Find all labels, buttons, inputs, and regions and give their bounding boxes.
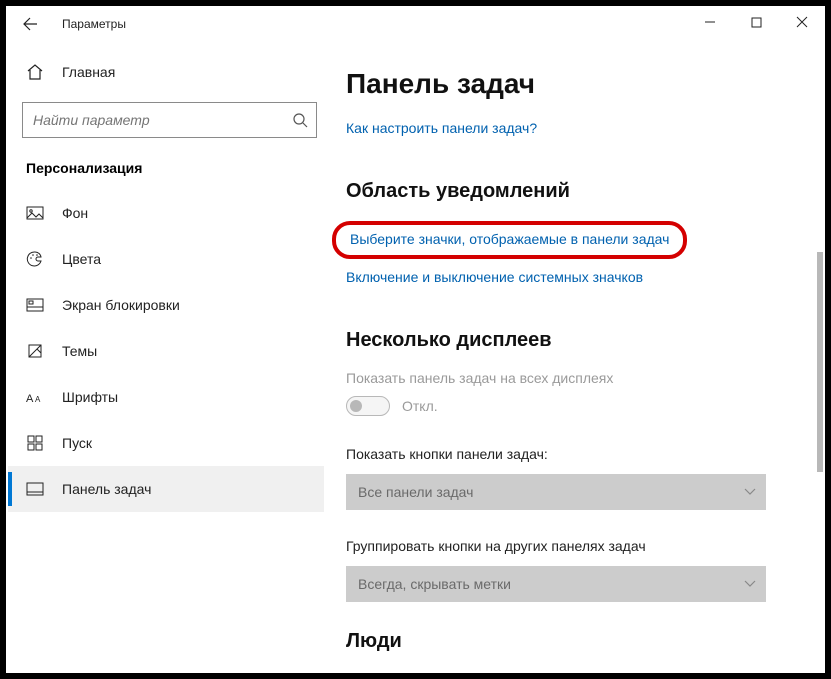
show-on-all-displays-toggle[interactable]: [346, 396, 390, 416]
back-button[interactable]: [6, 6, 54, 42]
sidebar: Главная Персонализация: [6, 42, 326, 673]
group-buttons-select[interactable]: Всегда, скрывать метки: [346, 566, 766, 602]
sidebar-category: Персонализация: [8, 138, 324, 190]
window-controls: [687, 6, 825, 38]
maximize-icon: [751, 17, 762, 28]
search-input[interactable]: [33, 112, 292, 128]
search-icon: [292, 112, 308, 128]
window-title: Параметры: [62, 17, 126, 31]
show-on-all-displays-label: Показать панель задач на всех дисплеях: [346, 370, 785, 386]
scrollbar[interactable]: [811, 42, 823, 673]
sidebar-item-label: Экран блокировки: [62, 297, 180, 313]
help-link[interactable]: Как настроить панели задач?: [346, 120, 537, 136]
sidebar-item-start[interactable]: Пуск: [8, 420, 324, 466]
home-label: Главная: [62, 64, 115, 80]
sidebar-item-lockscreen[interactable]: Экран блокировки: [8, 282, 324, 328]
select-value: Всегда, скрывать метки: [358, 576, 511, 592]
page-title: Панель задач: [346, 68, 785, 100]
show-buttons-select[interactable]: Все панели задач: [346, 474, 766, 510]
lockscreen-icon: [26, 296, 44, 314]
select-taskbar-icons-link[interactable]: Выберите значки, отображаемые в панели з…: [350, 231, 669, 247]
sidebar-item-fonts[interactable]: AA Шрифты: [8, 374, 324, 420]
home-nav[interactable]: Главная: [8, 52, 324, 92]
palette-icon: [26, 250, 44, 268]
start-icon: [26, 434, 44, 452]
settings-window: Параметры Главная: [6, 6, 825, 673]
sidebar-item-label: Цвета: [62, 251, 101, 267]
taskbar-icon: [26, 480, 44, 498]
close-button[interactable]: [779, 6, 825, 38]
section-multiple-displays: Несколько дисплеев: [346, 329, 785, 352]
content-area: Панель задач Как настроить панели задач?…: [326, 42, 825, 673]
sidebar-item-background[interactable]: Фон: [8, 190, 324, 236]
sidebar-item-label: Темы: [62, 343, 97, 359]
sidebar-item-taskbar[interactable]: Панель задач: [8, 466, 324, 512]
section-notification-area: Область уведомлений: [346, 180, 785, 203]
toggle-state-label: Откл.: [402, 398, 438, 414]
system-icons-link[interactable]: Включение и выключение системных значков: [346, 269, 643, 285]
search-box[interactable]: [22, 102, 317, 138]
close-icon: [796, 16, 808, 28]
select-value: Все панели задач: [358, 484, 473, 500]
minimize-icon: [704, 16, 716, 28]
group-buttons-label: Группировать кнопки на других панелях за…: [346, 538, 785, 554]
sidebar-item-themes[interactable]: Темы: [8, 328, 324, 374]
scrollbar-thumb[interactable]: [817, 252, 823, 472]
sidebar-item-label: Фон: [62, 205, 88, 221]
sidebar-item-colors[interactable]: Цвета: [8, 236, 324, 282]
titlebar: Параметры: [6, 6, 825, 42]
themes-icon: [26, 342, 44, 360]
show-buttons-label: Показать кнопки панели задач:: [346, 446, 785, 462]
fonts-icon: AA: [26, 388, 44, 406]
picture-icon: [26, 204, 44, 222]
minimize-button[interactable]: [687, 6, 733, 38]
svg-text:A: A: [26, 393, 34, 405]
sidebar-item-label: Шрифты: [62, 389, 118, 405]
arrow-left-icon: [22, 16, 38, 32]
highlight-annotation: Выберите значки, отображаемые в панели з…: [332, 221, 687, 259]
sidebar-item-label: Пуск: [62, 435, 92, 451]
chevron-down-icon: [744, 580, 756, 588]
svg-text:A: A: [35, 395, 41, 404]
section-people: Люди: [346, 630, 785, 653]
sidebar-item-label: Панель задач: [62, 481, 151, 497]
sidebar-nav: Фон Цвета Экран блокировки: [8, 190, 324, 512]
maximize-button[interactable]: [733, 6, 779, 38]
home-icon: [26, 63, 44, 81]
chevron-down-icon: [744, 488, 756, 496]
